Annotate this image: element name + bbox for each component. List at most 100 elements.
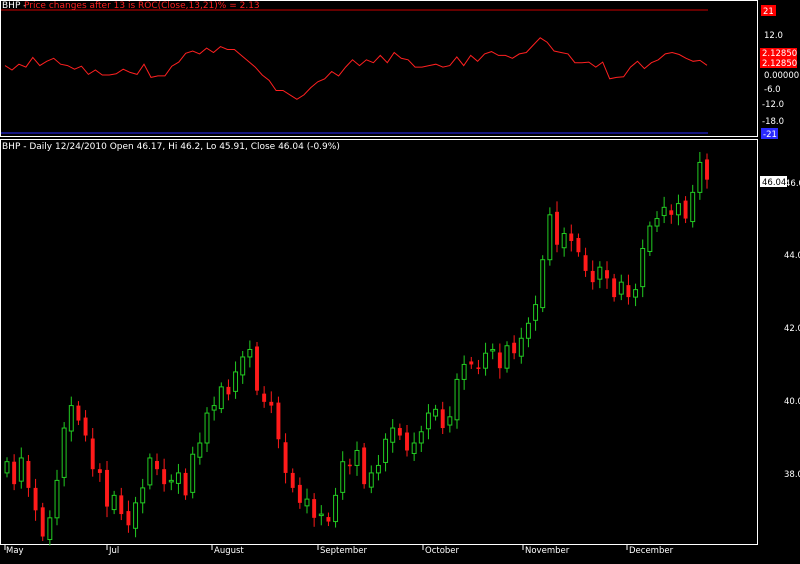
candle-down (290, 472, 295, 488)
candle-up (368, 472, 374, 488)
candle-down (497, 352, 502, 369)
price-y-tick: 38.0 (784, 470, 800, 480)
candle-down (312, 499, 317, 518)
candle-up (504, 345, 510, 369)
candle-down (347, 464, 352, 467)
stock-chart: BHP - Price changes after 13 is ROC(Clos… (0, 0, 800, 556)
month-label: November (525, 546, 570, 556)
candle-down (440, 409, 445, 429)
month-label: September (320, 546, 367, 556)
candle-down (276, 402, 281, 440)
candle-down (626, 285, 631, 298)
candle-up (418, 431, 424, 444)
roc-lower-band-label: -21 (763, 130, 777, 140)
candle-down (669, 210, 674, 215)
candle-down (297, 484, 302, 503)
candle-up (533, 304, 539, 321)
candle-up (140, 487, 146, 504)
candle-up (483, 352, 489, 369)
roc-title-symbol: BHP - (2, 1, 26, 11)
candle-up (340, 461, 346, 493)
candle-down (705, 159, 709, 180)
candle-down (262, 393, 267, 402)
candle-down (83, 417, 88, 436)
candle-up (518, 337, 524, 357)
candle-up (618, 281, 624, 295)
candle-up (168, 479, 174, 483)
candle-down (362, 447, 367, 485)
candle-up (333, 494, 339, 523)
candle-up (661, 206, 667, 217)
candle-down (605, 270, 609, 279)
month-label: August (214, 546, 244, 556)
candle-up (454, 378, 460, 421)
candle-up (547, 214, 553, 261)
candle-down (555, 211, 559, 245)
candle-down (469, 361, 474, 365)
roc-value-label-upper: 2.12850 (762, 49, 797, 59)
candle-up (304, 498, 310, 507)
candle-up (68, 405, 74, 432)
candle-down (26, 460, 31, 488)
candle-down (126, 511, 131, 526)
candle-down (255, 346, 259, 391)
candle-up (204, 412, 210, 444)
candle-up (525, 322, 531, 339)
candle-down (476, 367, 481, 369)
candle-down (269, 401, 274, 406)
candle-up (190, 453, 196, 493)
candle-down (405, 432, 409, 451)
roc-upper-band-label: 21 (763, 7, 774, 17)
price-y-tick: 40.0 (784, 397, 800, 407)
candle-down (155, 460, 159, 470)
candle-up (561, 233, 567, 249)
candle-up (133, 502, 139, 529)
candle-down (576, 238, 581, 253)
candle-down (569, 233, 574, 241)
candle-up (175, 472, 181, 484)
candle-down (12, 461, 17, 485)
candle-up (540, 259, 546, 309)
candle-down (162, 469, 167, 485)
candle-down (226, 386, 231, 395)
candle-down (397, 428, 402, 436)
candle-up (54, 479, 60, 519)
month-label: May (6, 546, 24, 556)
month-label: October (425, 546, 460, 556)
candle-up (197, 442, 203, 458)
candle-up (447, 416, 453, 426)
last-close-label: 46.04 (762, 178, 786, 188)
candle-up (47, 517, 53, 541)
month-label: December (629, 546, 674, 556)
candle-up (147, 457, 153, 486)
candle-up (61, 427, 67, 478)
candle-down (512, 342, 517, 354)
candle-up (247, 348, 253, 358)
roc-y-tick: -6.0 (764, 85, 781, 95)
candle-up (411, 442, 417, 454)
candle-down (583, 255, 588, 271)
candle-down (590, 270, 595, 283)
roc-title: Price changes after 13 is ROC(Close,13,2… (24, 1, 260, 11)
price-y-tick: 44.0 (784, 251, 800, 261)
price-y-tick: 42.0 (784, 324, 800, 334)
candle-up (647, 225, 653, 252)
price-panel (0, 139, 758, 545)
candle-up (697, 161, 703, 193)
candle-up (111, 494, 117, 511)
candle-up (461, 363, 467, 380)
candle-up (390, 427, 396, 443)
candle-up (4, 461, 10, 474)
candle-up (375, 464, 381, 474)
candle-up (597, 266, 603, 280)
roc-y-tick: -12.0 (762, 100, 784, 110)
candle-up (354, 449, 360, 466)
candle-up (425, 412, 431, 430)
candle-down (283, 442, 288, 473)
candle-down (183, 472, 188, 496)
candle-up (490, 348, 496, 352)
candle-up (675, 203, 681, 216)
candle-up (433, 408, 439, 417)
candle-up (383, 438, 389, 463)
roc-y-tick: 12.0 (764, 31, 783, 41)
